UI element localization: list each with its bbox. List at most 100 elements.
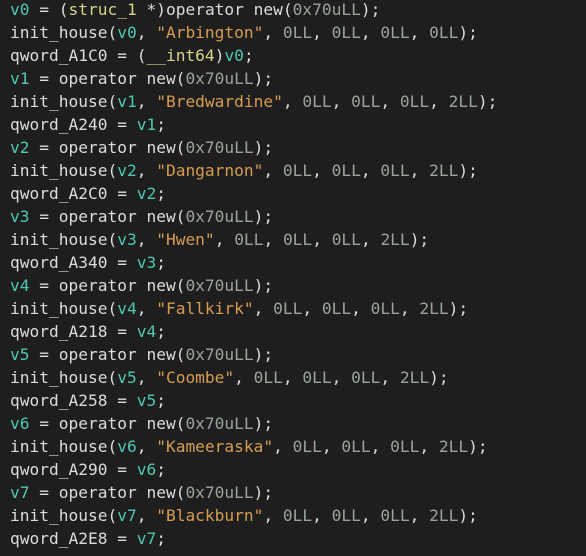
code-text: qword_A2C0 = <box>10 184 137 203</box>
code-line[interactable]: init_house(v3, "Hwen", 0LL, 0LL, 0LL, 2L… <box>10 230 586 253</box>
number-literal: 0LL <box>253 368 283 387</box>
variable-token[interactable]: v5 <box>117 368 137 387</box>
variable-token[interactable]: v1 <box>10 69 30 88</box>
number-literal: 0LL <box>390 437 420 456</box>
code-text: , <box>360 161 381 180</box>
code-text: init_house( <box>10 299 118 318</box>
code-text: , <box>302 299 322 318</box>
code-text: qword_A218 = <box>10 322 137 341</box>
type-keyword: __int64 <box>146 46 215 65</box>
code-line[interactable]: qword_A258 = v5; <box>10 391 586 414</box>
variable-token[interactable]: v4 <box>117 299 137 318</box>
code-line-content: qword_A218 = v4; <box>10 320 166 343</box>
variable-token[interactable]: v1 <box>137 115 157 134</box>
variable-token[interactable]: v0 <box>10 0 30 19</box>
number-literal: 0LL <box>321 299 352 318</box>
code-line[interactable]: qword_A1C0 = (__int64)v0; <box>10 46 586 69</box>
code-line[interactable]: v5 = operator new(0x70uLL); <box>10 345 586 368</box>
code-line[interactable]: v7 = operator new(0x70uLL); <box>10 483 586 506</box>
code-line[interactable]: init_house(v0, "Arbington", 0LL, 0LL, 0L… <box>10 23 586 46</box>
variable-token[interactable]: v6 <box>117 437 137 456</box>
number-literal: 0x70uLL <box>185 69 254 88</box>
number-literal: 0x70uLL <box>185 207 254 226</box>
number-literal: 2LL <box>448 92 478 111</box>
code-line[interactable]: init_house(v2, "Dangarnon", 0LL, 0LL, 0L… <box>10 161 586 184</box>
variable-token[interactable]: v0 <box>117 23 137 42</box>
code-line[interactable]: init_house(v7, "Blackburn", 0LL, 0LL, 0L… <box>10 506 586 529</box>
code-text: ); <box>253 207 274 226</box>
number-literal: 0LL <box>302 368 332 387</box>
code-line[interactable]: v3 = operator new(0x70uLL); <box>10 207 586 230</box>
code-line-content: qword_A340 = v3; <box>10 251 166 274</box>
code-line[interactable]: v4 = operator new(0x70uLL); <box>10 276 586 299</box>
variable-token[interactable]: v4 <box>10 276 30 295</box>
variable-token[interactable]: v5 <box>137 391 157 410</box>
variable-token[interactable]: v2 <box>137 184 157 203</box>
number-literal: 0LL <box>351 92 381 111</box>
variable-token[interactable]: v2 <box>117 161 137 180</box>
code-text: = operator new( <box>29 207 186 226</box>
code-text: , <box>312 23 332 42</box>
variable-token[interactable]: v5 <box>10 345 30 364</box>
code-text: ); <box>253 483 274 502</box>
code-line[interactable]: init_house(v6, "Kameeraska", 0LL, 0LL, 0… <box>10 437 586 460</box>
code-line[interactable]: v1 = operator new(0x70uLL); <box>10 69 586 92</box>
code-text: , <box>380 92 400 111</box>
code-text: ); <box>458 506 478 525</box>
variable-token[interactable]: v7 <box>10 483 30 502</box>
code-line[interactable]: qword_A240 = v1; <box>10 115 586 138</box>
code-line[interactable]: qword_A2E8 = v7; <box>10 529 586 552</box>
code-line-content: qword_A2C0 = v2; <box>10 182 166 205</box>
variable-token[interactable]: v4 <box>137 322 157 341</box>
code-text: = operator new( <box>29 483 186 502</box>
number-literal: 0x70uLL <box>185 483 254 502</box>
code-line[interactable]: v2 = operator new(0x70uLL); <box>10 138 586 161</box>
number-literal: 0LL <box>331 230 361 249</box>
code-text: = operator new( <box>29 69 186 88</box>
code-line[interactable]: init_house(v5, "Coombe", 0LL, 0LL, 0LL, … <box>10 368 586 391</box>
code-text: , <box>214 230 235 249</box>
variable-token[interactable]: v3 <box>117 230 137 249</box>
code-line-content: v5 = operator new(0x70uLL); <box>10 343 273 366</box>
variable-token[interactable]: v6 <box>10 414 30 433</box>
code-text: ); <box>253 69 274 88</box>
code-text: qword_A258 = <box>10 391 137 410</box>
code-text: ); <box>477 92 498 111</box>
variable-token[interactable]: v1 <box>117 92 137 111</box>
code-text: , <box>429 92 449 111</box>
variable-token[interactable]: v3 <box>137 253 157 272</box>
variable-token[interactable]: v7 <box>137 529 157 548</box>
code-line[interactable]: qword_A340 = v3; <box>10 253 586 276</box>
code-text: , <box>312 161 332 180</box>
code-line[interactable]: qword_A290 = v6; <box>10 460 586 483</box>
number-literal: 0LL <box>351 368 381 387</box>
code-line[interactable]: qword_A218 = v4; <box>10 322 586 345</box>
string-literal: "Blackburn" <box>156 506 264 525</box>
code-line[interactable]: v0 = (struc_1 *)operator new(0x70uLL); <box>10 0 586 23</box>
code-text: , <box>331 368 352 387</box>
code-text: , <box>136 437 157 456</box>
code-text: init_house( <box>10 23 118 42</box>
pseudocode-view[interactable]: v0 = (struc_1 *)operator new(0x70uLL); in… <box>0 0 586 556</box>
variable-token[interactable]: v6 <box>137 460 157 479</box>
code-line-content: init_house(v1, "Bredwardine", 0LL, 0LL, … <box>10 90 497 113</box>
number-literal: 0LL <box>380 23 410 42</box>
variable-token[interactable]: v3 <box>10 207 30 226</box>
code-line[interactable]: init_house(v4, "Fallkirk", 0LL, 0LL, 0LL… <box>10 299 586 322</box>
code-text: ); <box>360 0 381 19</box>
variable-token[interactable]: v7 <box>117 506 137 525</box>
code-line[interactable]: qword_A2C0 = v2; <box>10 184 586 207</box>
code-text: , <box>234 368 254 387</box>
number-literal: 0LL <box>429 23 459 42</box>
code-line[interactable]: v6 = operator new(0x70uLL); <box>10 414 586 437</box>
code-text: ; <box>156 253 166 272</box>
number-literal: 0x70uLL <box>185 345 254 364</box>
code-text: , <box>136 299 157 318</box>
code-line[interactable]: init_house(v1, "Bredwardine", 0LL, 0LL, … <box>10 92 586 115</box>
variable-token[interactable]: v2 <box>10 138 30 157</box>
code-line-content: qword_A240 = v1; <box>10 113 166 136</box>
variable-token[interactable]: v0 <box>224 46 244 65</box>
number-literal: 0LL <box>282 161 313 180</box>
code-text: qword_A1C0 = ( <box>10 46 147 65</box>
code-line-content: init_house(v0, "Arbington", 0LL, 0LL, 0L… <box>10 21 478 44</box>
